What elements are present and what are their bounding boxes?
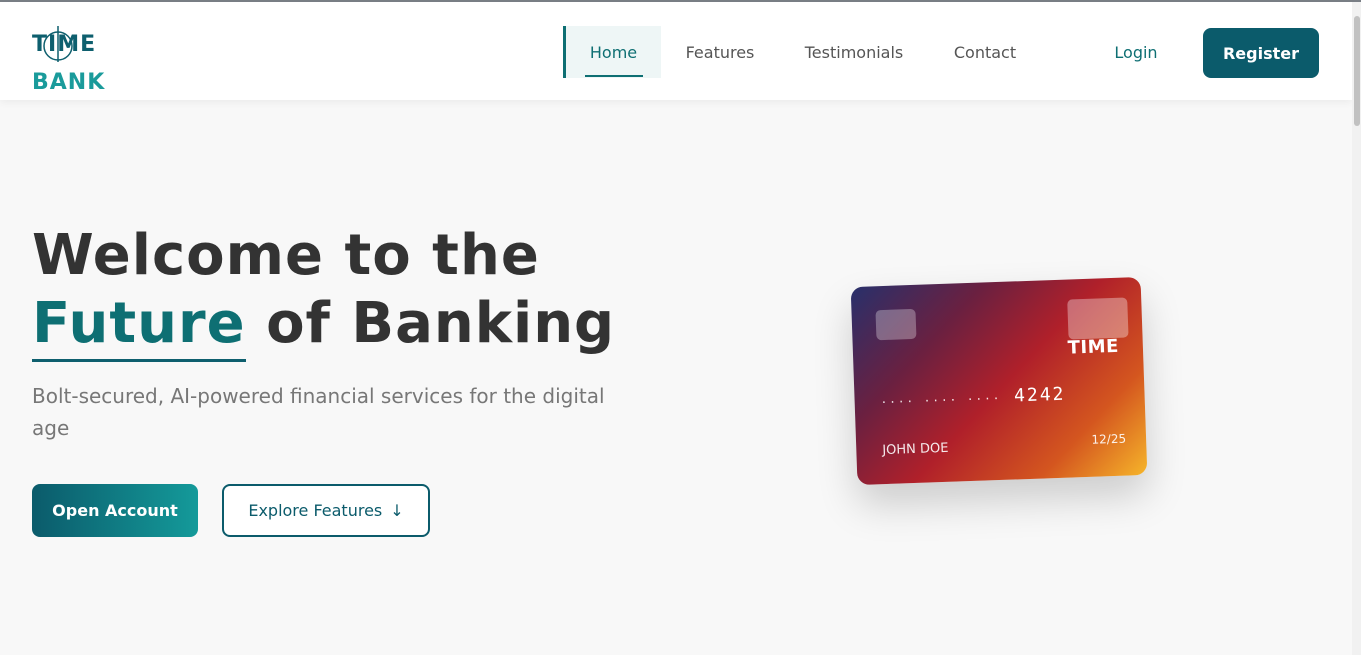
nav-testimonials-label: Testimonials xyxy=(804,42,904,62)
card-number: ···· ···· ···· 4242 xyxy=(880,383,1066,411)
card-number-last4: 4242 xyxy=(1013,383,1066,407)
credit-card-illustration: TIME ···· ···· ···· 4242 JOHN DOE 12/25 xyxy=(850,276,1148,486)
card-chip-icon xyxy=(875,308,917,341)
main-nav: Home Features Testimonials Contact xyxy=(563,26,1041,78)
open-account-button[interactable]: Open Account xyxy=(32,484,198,537)
timebank-logo[interactable]: TIME BANK xyxy=(32,24,122,96)
nav-features-label: Features xyxy=(685,42,755,62)
explore-features-button[interactable]: Explore Features ↓ xyxy=(222,484,430,537)
nav-testimonials[interactable]: Testimonials xyxy=(779,26,929,78)
card-contactless-icon xyxy=(1067,297,1129,340)
card-brand: TIME xyxy=(1067,335,1120,359)
register-button[interactable]: Register xyxy=(1203,28,1319,78)
arrow-down-icon: ↓ xyxy=(390,501,404,520)
card-holder: JOHN DOE xyxy=(882,440,949,459)
hero-title-rest: of Banking xyxy=(266,291,616,356)
hero-title-accent: Future xyxy=(32,291,246,362)
hero-subtitle: Bolt-secured, AI-powered financial servi… xyxy=(32,384,605,440)
card-number-masked: ···· ···· ···· xyxy=(880,391,1002,410)
nav-active-underline xyxy=(585,75,643,77)
logo-text-bank: BANK xyxy=(32,70,106,95)
explore-features-label: Explore Features xyxy=(248,501,383,520)
hero-title: Welcome to the Future of Banking xyxy=(32,222,616,362)
hero-title-line1: Welcome to the xyxy=(32,223,540,288)
scrollbar-thumb[interactable] xyxy=(1354,16,1360,126)
nav-contact[interactable]: Contact xyxy=(929,26,1041,78)
logo-text-time: TIME xyxy=(32,32,97,57)
nav-home[interactable]: Home xyxy=(563,26,661,78)
nav-contact-label: Contact xyxy=(953,42,1017,62)
card-expiry: 12/25 xyxy=(1091,431,1127,447)
nav-features[interactable]: Features xyxy=(661,26,779,78)
nav-home-label: Home xyxy=(589,42,638,62)
login-link[interactable]: Login xyxy=(1100,28,1172,76)
site-header: TIME BANK Home Features Testimonials Con… xyxy=(0,2,1352,100)
